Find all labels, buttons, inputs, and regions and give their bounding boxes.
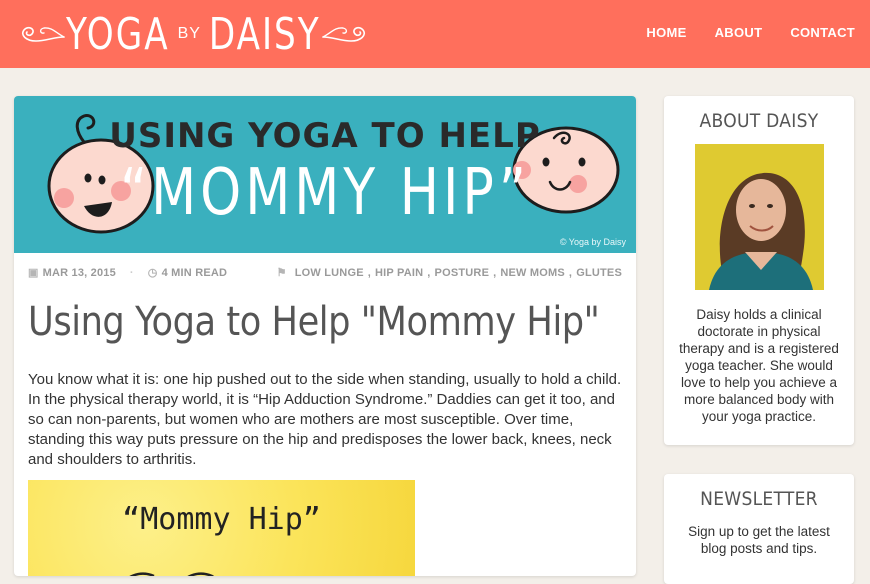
post-title[interactable]: Using Yoga to Help "Mommy Hip"	[28, 299, 600, 345]
tag-link[interactable]: HIP PAIN	[375, 267, 423, 279]
post-body-paragraph: You know what it is: one hip pushed out …	[28, 371, 622, 468]
calendar-icon: ▣	[28, 267, 39, 279]
post-meta: ▣ MAR 13, 2015 · ◷ 4 MIN READ ⚑ LOW LUNGE,…	[28, 266, 622, 282]
logo-word-daisy: DAISY	[208, 8, 321, 60]
banner-heading-line2: “MOMMY HIP”	[120, 154, 530, 230]
banner-heading-line1: USING YOGA TO HELP	[109, 116, 541, 156]
daisy-photo	[695, 144, 824, 290]
newsletter-widget: NEWSLETTER Sign up to get the latest blo…	[664, 474, 854, 584]
post-date: ▣ MAR 13, 2015	[28, 267, 116, 279]
tag-link[interactable]: POSTURE	[435, 267, 490, 279]
about-description: Daisy holds a clinical doctorate in phys…	[679, 307, 839, 424]
site-logo[interactable]: YOGA BY DAISY	[14, 6, 373, 62]
post-read-time: ◷ 4 MIN READ	[147, 267, 228, 279]
meta-separator: ·	[129, 266, 134, 279]
portrait-icon	[695, 144, 824, 290]
left-flourish-icon	[21, 26, 65, 42]
clock-icon: ◷	[147, 267, 158, 279]
mommy-hip-illustration: “Mommy Hip”	[28, 480, 415, 576]
right-flourish-icon	[321, 26, 365, 42]
logo-word-yoga: YOGA	[66, 8, 170, 60]
nav-contact-link[interactable]: CONTACT	[790, 25, 855, 40]
about-title: ABOUT DAISY	[699, 110, 819, 132]
post-tags: ⚑ LOW LUNGE, HIP PAIN, POSTURE, NEW MOMS…	[276, 266, 622, 280]
tag-link[interactable]: GLUTES	[576, 267, 622, 279]
sketch-figure-icon	[129, 572, 215, 576]
tag-link[interactable]: NEW MOMS	[500, 267, 565, 279]
about-widget: ABOUT DAISY Daisy holds a clinical docto…	[664, 96, 854, 445]
nav-about-link[interactable]: ABOUT	[715, 25, 763, 40]
tag-icon: ⚑	[276, 267, 287, 279]
nav-home-link[interactable]: HOME	[646, 25, 686, 40]
main-nav: HOME ABOUT CONTACT	[646, 0, 855, 64]
newsletter-description: Sign up to get the latest blog posts and…	[688, 524, 830, 556]
tag-link[interactable]: LOW LUNGE	[295, 267, 364, 279]
newsletter-title: NEWSLETTER	[700, 488, 818, 510]
post-banner-image[interactable]: USING YOGA TO HELP “MOMMY HIP” © Yoga by…	[14, 96, 636, 253]
logo-word-by: BY	[177, 25, 201, 42]
banner-credit: © Yoga by Daisy	[559, 237, 626, 247]
post-card: USING YOGA TO HELP “MOMMY HIP” © Yoga by…	[14, 96, 636, 576]
site-header: YOGA BY DAISY HOME ABOUT CONTACT	[0, 0, 870, 68]
